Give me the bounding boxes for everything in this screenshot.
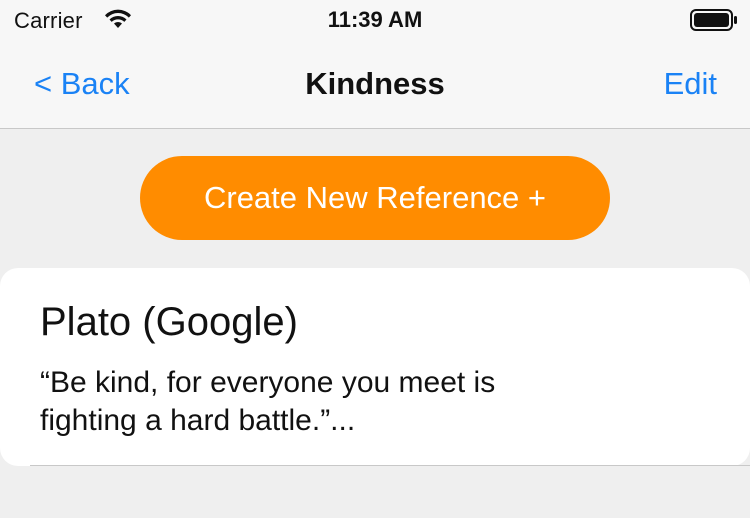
reference-quote: “Be kind, for everyone you meet is fight…	[40, 366, 496, 437]
status-bar: Carrier 11:39 AM	[0, 0, 750, 44]
battery-icon	[690, 9, 737, 31]
page-title: Kindness	[305, 66, 445, 101]
edit-button[interactable]: Edit	[664, 66, 717, 102]
reference-title: Plato (Google)	[40, 300, 298, 344]
card-divider	[30, 465, 750, 466]
status-time: 11:39 AM	[327, 7, 423, 32]
reference-card[interactable]: Plato (Google) “Be kind, for everyone yo…	[0, 268, 750, 466]
create-new-reference-button[interactable]: Create New Reference +	[140, 156, 610, 240]
navigation-bar: < Back Kindness Edit	[0, 44, 750, 129]
